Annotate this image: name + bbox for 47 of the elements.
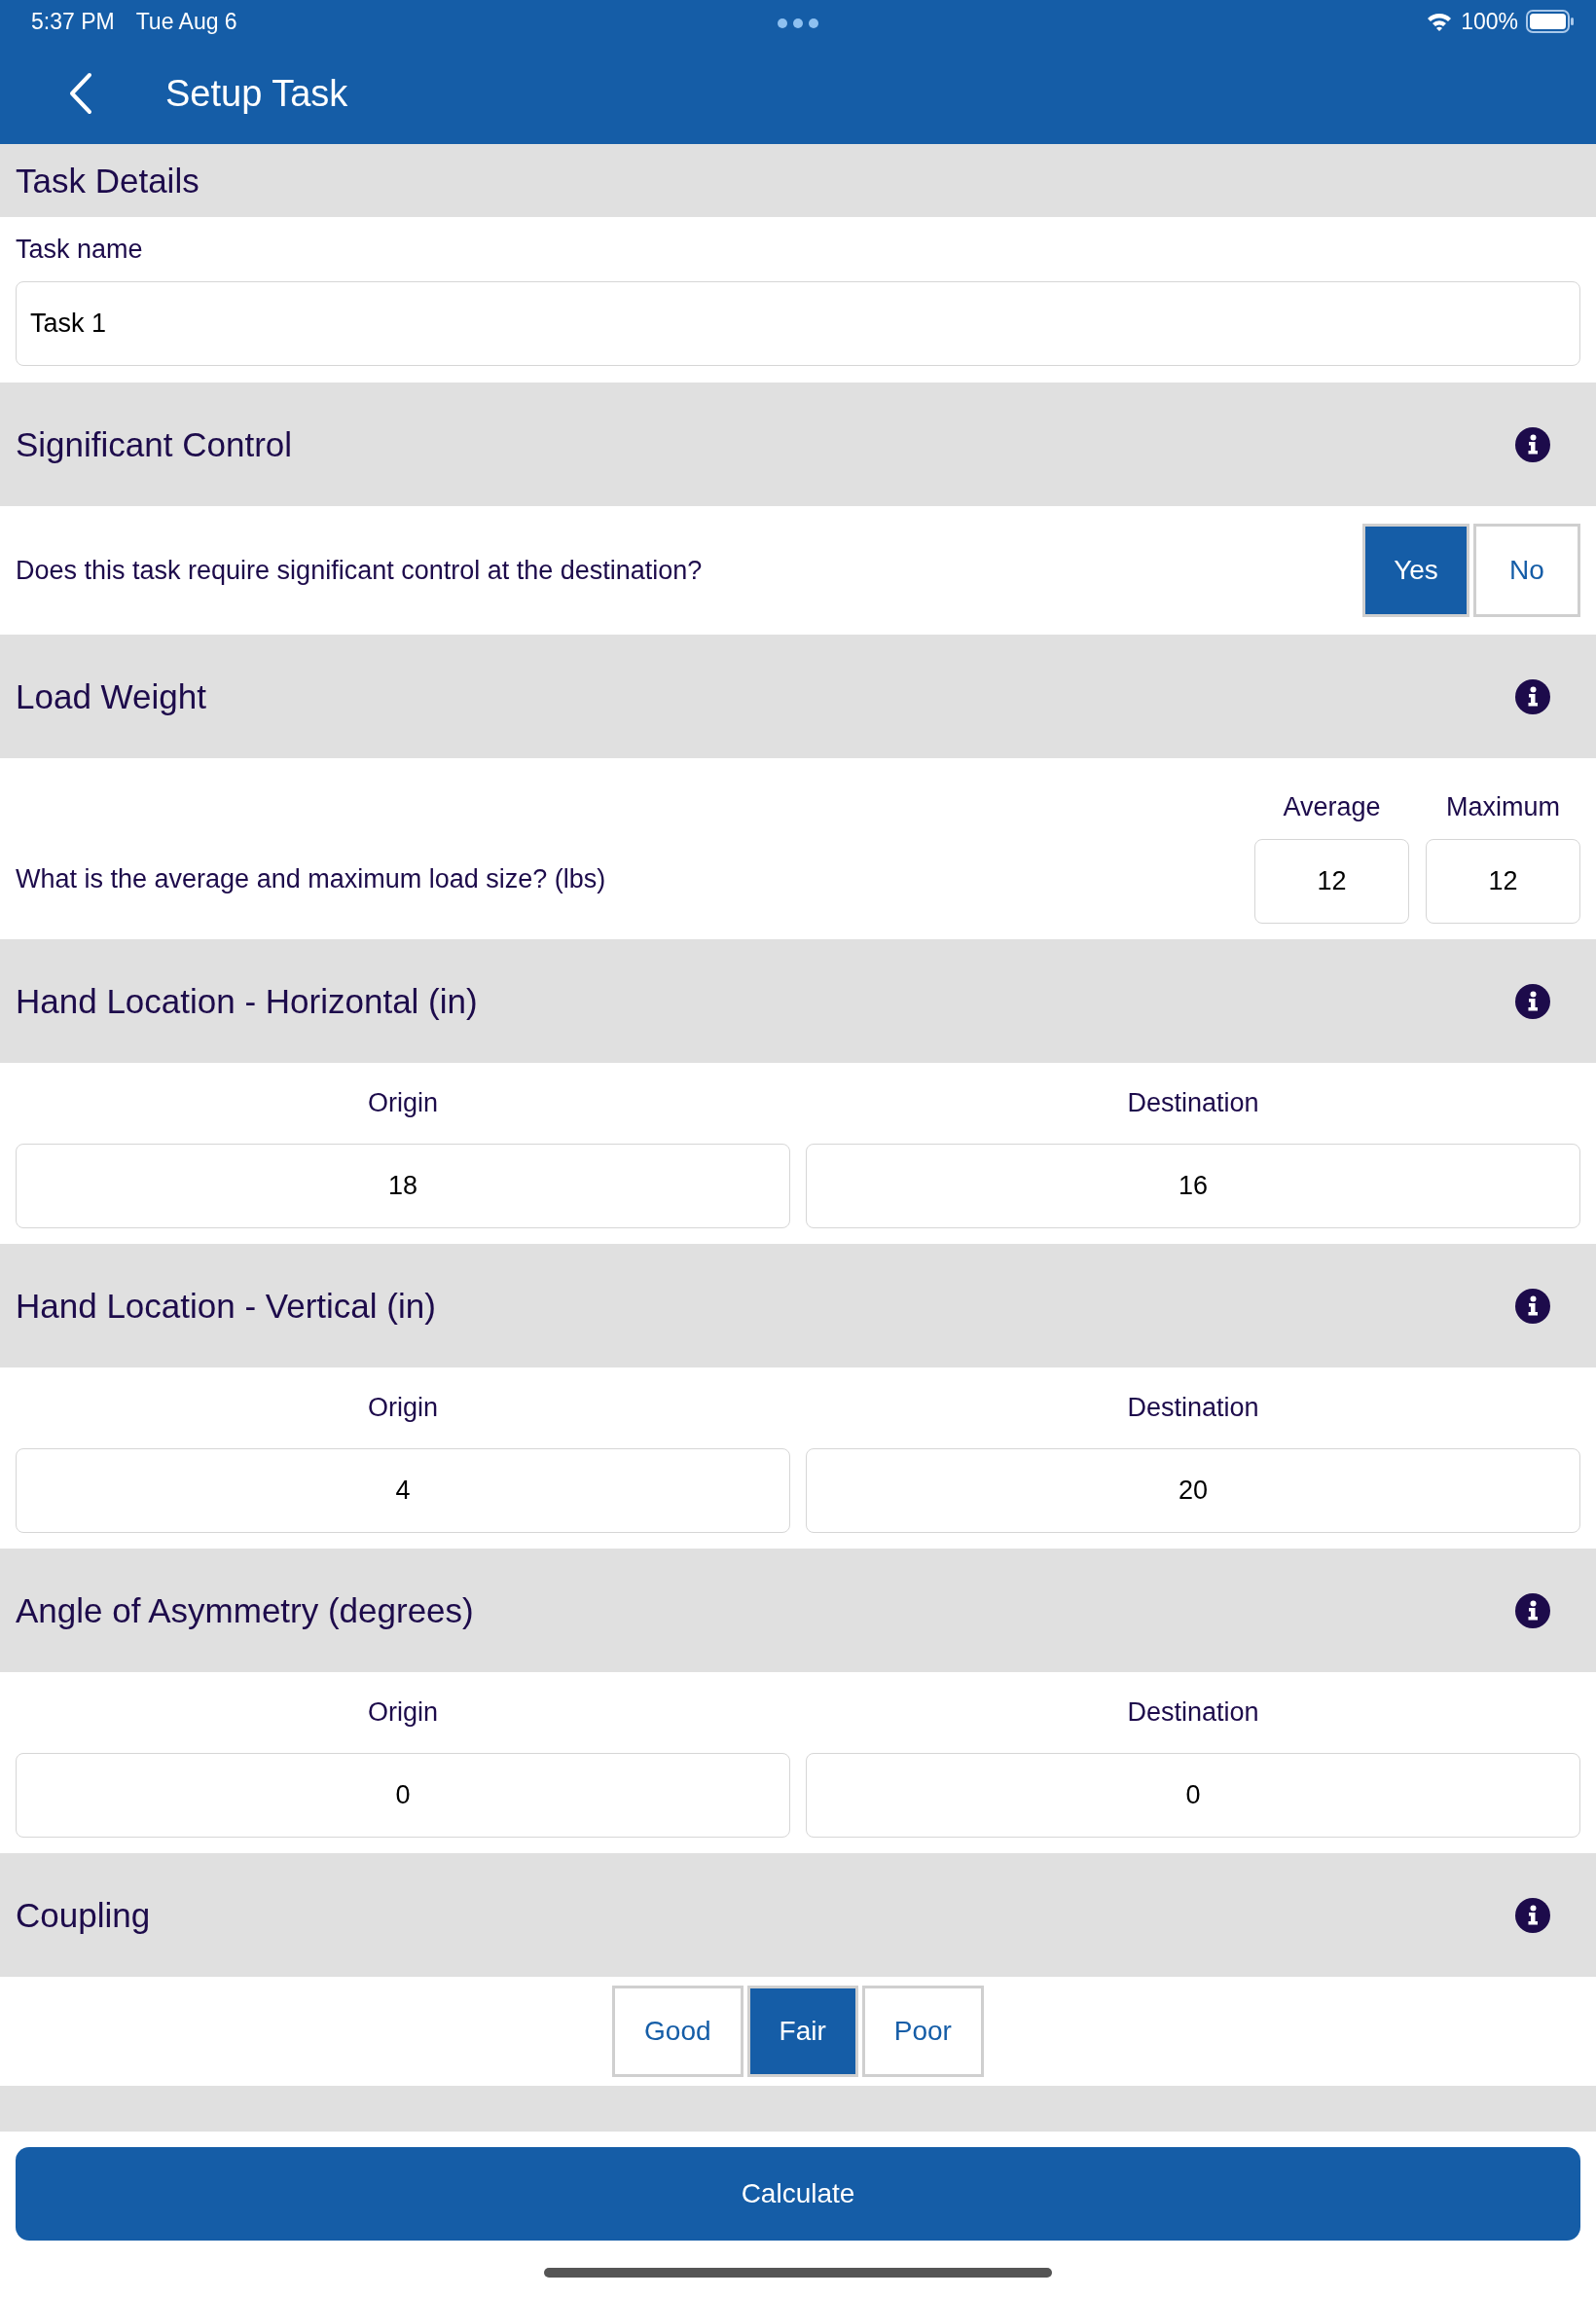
- input-field[interactable]: Task 1: [16, 281, 1580, 366]
- back-icon[interactable]: [68, 72, 93, 115]
- field-label: Origin: [368, 1087, 438, 1119]
- segment-button[interactable]: No: [1473, 524, 1580, 617]
- calculate-button[interactable]: Calculate: [16, 2147, 1580, 2241]
- input-field[interactable]: 0: [806, 1753, 1580, 1838]
- info-icon[interactable]: [1515, 678, 1550, 714]
- field-label: Task name: [16, 233, 144, 266]
- section-title: Angle of Asymmetry (degrees): [16, 1590, 474, 1630]
- field-label: Origin: [368, 1696, 438, 1729]
- section-title: Task Details: [16, 161, 200, 201]
- field-label: Maximum: [1446, 790, 1560, 823]
- segment-button[interactable]: Good: [612, 1986, 744, 2077]
- section-title: Hand Location - Horizontal (in): [16, 981, 478, 1021]
- question-text: What is the average and maximum load size? (lbs): [16, 864, 606, 894]
- section-title: Coupling: [16, 1895, 151, 1935]
- status-date: Tue Aug 6: [135, 8, 237, 35]
- field-label: Origin: [368, 1392, 438, 1424]
- info-icon[interactable]: [1515, 1592, 1550, 1628]
- input-field[interactable]: 0: [16, 1753, 790, 1838]
- segment-button[interactable]: Fair: [746, 1986, 858, 2077]
- field-label: Destination: [1127, 1392, 1259, 1424]
- input-field[interactable]: 18: [16, 1144, 790, 1228]
- input-field[interactable]: 12: [1254, 839, 1409, 924]
- field-label: Destination: [1127, 1087, 1259, 1119]
- battery-percent: 100%: [1461, 8, 1518, 35]
- info-icon[interactable]: [1515, 1897, 1550, 1933]
- segment-button[interactable]: Poor: [861, 1986, 984, 2077]
- screen-title: Setup Task: [165, 72, 348, 115]
- question-text: Does this task require significant control at the destination?: [16, 555, 703, 586]
- segment-button[interactable]: Yes: [1362, 524, 1469, 617]
- battery-icon: [1526, 10, 1575, 33]
- status-time: 5:37 PM: [31, 8, 115, 35]
- input-field[interactable]: 20: [806, 1448, 1580, 1533]
- more-dots-icon[interactable]: [777, 18, 819, 29]
- section-title: Hand Location - Vertical (in): [16, 1286, 436, 1326]
- wifi-icon: [1426, 11, 1454, 32]
- section-title: Load Weight: [16, 676, 206, 716]
- info-icon[interactable]: [1515, 983, 1550, 1019]
- input-field[interactable]: 4: [16, 1448, 790, 1533]
- info-icon[interactable]: [1515, 1288, 1550, 1324]
- input-field[interactable]: 16: [806, 1144, 1580, 1228]
- field-label: Average: [1283, 790, 1381, 823]
- input-field[interactable]: 12: [1426, 839, 1580, 924]
- info-icon[interactable]: [1515, 426, 1550, 462]
- section-title: Significant Control: [16, 424, 293, 464]
- field-label: Destination: [1127, 1696, 1259, 1729]
